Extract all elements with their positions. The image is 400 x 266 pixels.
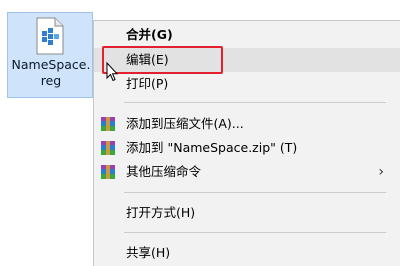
- menu-separator: [124, 192, 386, 193]
- menu-item-add-to-archive[interactable]: 添加到压缩文件(A)...: [94, 112, 400, 136]
- menu-item-label: 共享(H): [126, 245, 171, 260]
- menu-item-label: 添加到 "NameSpace.zip" (T): [126, 140, 298, 155]
- selected-file[interactable]: NameSpace.reg: [7, 12, 93, 98]
- winrar-icon: [101, 141, 115, 155]
- menu-item-print[interactable]: 打印(P): [94, 72, 400, 96]
- menu-separator: [124, 232, 386, 233]
- desktop: NameSpace.reg 合并(G) 编辑(E) 打印(P) 添加到压缩文件(…: [0, 0, 400, 266]
- winrar-icon: [101, 117, 115, 131]
- menu-separator: [124, 102, 386, 103]
- annotation-highlight-box: [102, 46, 223, 74]
- menu-item-add-to-zip[interactable]: 添加到 "NameSpace.zip" (T): [94, 136, 400, 160]
- mouse-cursor-icon: [106, 62, 118, 82]
- menu-item-label: 添加到压缩文件(A)...: [126, 116, 244, 131]
- menu-item-open-with[interactable]: 打开方式(H): [94, 201, 400, 225]
- menu-item-label: 其他压缩命令: [126, 164, 202, 179]
- menu-item-label: 合并(G): [126, 27, 173, 42]
- winrar-icon: [101, 165, 115, 179]
- file-name-label: NameSpace.reg: [11, 57, 91, 88]
- menu-item-other-compress[interactable]: 其他压缩命令 ›: [94, 160, 400, 184]
- registry-file-icon: [36, 17, 64, 55]
- chevron-right-icon: ›: [378, 164, 384, 180]
- menu-item-label: 打开方式(H): [126, 205, 196, 220]
- menu-item-share[interactable]: 共享(H): [94, 241, 400, 265]
- menu-item-label: 打印(P): [126, 76, 169, 91]
- menu-item-merge[interactable]: 合并(G): [94, 23, 400, 47]
